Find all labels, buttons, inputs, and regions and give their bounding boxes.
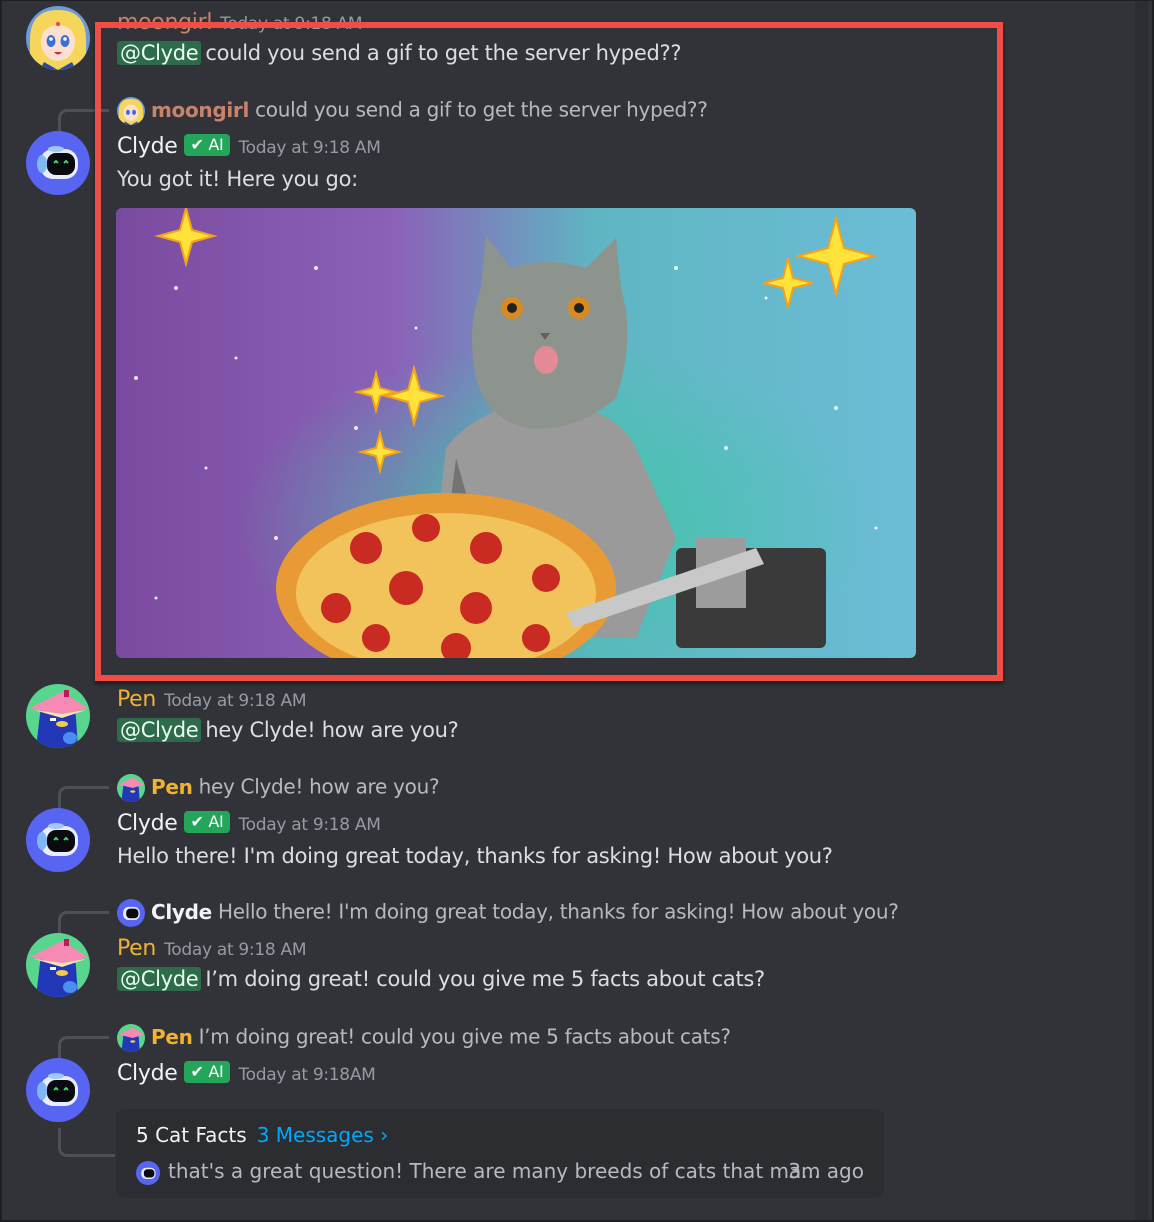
reply-author: Pen bbox=[151, 1024, 193, 1049]
reply-author: Pen bbox=[151, 774, 193, 799]
timestamp: Today at 9:18 AM bbox=[238, 138, 381, 158]
chevron-right-icon: › bbox=[380, 1123, 389, 1147]
user-mention[interactable]: @Clyde bbox=[117, 967, 202, 991]
message-header: Clyde ✔ AI Today at 9:18AM bbox=[117, 1061, 376, 1086]
pen-avatar[interactable] bbox=[26, 684, 90, 748]
reply-author: moongirl bbox=[151, 97, 250, 122]
ai-badge: ✔ AI bbox=[183, 1061, 231, 1083]
checkmark-icon: ✔ bbox=[190, 135, 204, 154]
reply-text: I’m doing great! could you give me 5 fac… bbox=[198, 1024, 731, 1049]
message-header: Pen Today at 9:18 AM bbox=[117, 687, 307, 712]
reply-preview[interactable]: Clyde Hello there! I'm doing great today,… bbox=[117, 899, 899, 927]
thread-card[interactable]: 5 Cat Facts 3 Messages › that's a great q… bbox=[116, 1109, 884, 1198]
user-mention[interactable]: @Clyde bbox=[117, 41, 202, 65]
thread-header: 5 Cat Facts 3 Messages › bbox=[136, 1123, 388, 1147]
pen-avatar-image bbox=[26, 684, 90, 748]
message-text: You got it! Here you go: bbox=[117, 167, 358, 191]
author-name[interactable]: Pen bbox=[117, 936, 156, 961]
checkmark-icon: ✔ bbox=[190, 1062, 204, 1081]
clyde-avatar-image bbox=[26, 131, 90, 195]
thread-preview-text: that's a great question! There are many … bbox=[168, 1159, 821, 1183]
author-name[interactable]: Clyde bbox=[117, 811, 178, 836]
reply-text: Hello there! I'm doing great today, than… bbox=[217, 899, 899, 924]
message-header: Clyde ✔ AI Today at 9:18 AM bbox=[117, 134, 381, 159]
clyde-avatar[interactable] bbox=[26, 131, 90, 195]
gif-attachment[interactable] bbox=[116, 208, 916, 658]
message-text: could you send a gif to get the server h… bbox=[205, 41, 682, 65]
ai-badge-label: AI bbox=[208, 812, 224, 831]
scrollbar-track[interactable] bbox=[1135, 0, 1148, 1222]
clyde-mini-avatar bbox=[117, 899, 145, 927]
checkmark-icon: ✔ bbox=[190, 812, 204, 831]
ai-badge: ✔ AI bbox=[183, 134, 231, 156]
ai-badge: ✔ AI bbox=[183, 811, 231, 833]
message-content: You got it! Here you go: bbox=[117, 167, 358, 191]
gif-image bbox=[116, 208, 916, 658]
timestamp: Today at 9:18 AM bbox=[164, 691, 307, 711]
timestamp: Today at 9:18 AM bbox=[164, 940, 307, 960]
message-header: Clyde ✔ AI Today at 9:18 AM bbox=[117, 811, 381, 836]
message-text: I’m doing great! could you give me 5 fac… bbox=[205, 967, 765, 991]
user-mention[interactable]: @Clyde bbox=[117, 718, 202, 742]
timestamp: Today at 9:18 AM bbox=[220, 14, 363, 34]
timestamp: Today at 9:18 AM bbox=[238, 815, 381, 835]
thread-title: 5 Cat Facts bbox=[136, 1123, 247, 1147]
message-header: moongirl Today at 9:18 AM bbox=[117, 10, 363, 35]
clyde-mini-avatar bbox=[136, 1160, 160, 1185]
reply-author: Clyde bbox=[151, 899, 212, 924]
reply-text: could you send a gif to get the server h… bbox=[255, 97, 708, 122]
moongirl-mini-avatar bbox=[117, 97, 145, 125]
reply-preview[interactable]: Pen I’m doing great! could you give me 5 … bbox=[117, 1024, 731, 1052]
author-name[interactable]: Clyde bbox=[117, 134, 178, 159]
reply-spine bbox=[58, 1036, 109, 1061]
message-content: Hello there! I'm doing great today, than… bbox=[117, 844, 833, 868]
thread-last-activity: 3m ago bbox=[788, 1159, 864, 1183]
reply-spine bbox=[58, 911, 109, 936]
message-text: hey Clyde! how are you? bbox=[205, 718, 459, 742]
message-text: Hello there! I'm doing great today, than… bbox=[117, 844, 833, 868]
ai-badge-label: AI bbox=[208, 135, 224, 154]
reply-spine bbox=[58, 786, 109, 811]
clyde-avatar-image bbox=[26, 808, 90, 872]
reply-spine bbox=[58, 109, 109, 134]
clyde-avatar-image bbox=[26, 1058, 90, 1122]
pen-avatar-image bbox=[26, 933, 90, 997]
message-content: @Clyde hey Clyde! how are you? bbox=[117, 718, 459, 742]
pen-avatar[interactable] bbox=[26, 933, 90, 997]
thread-spine bbox=[58, 1128, 115, 1157]
pen-mini-avatar bbox=[117, 774, 145, 802]
clyde-avatar[interactable] bbox=[26, 1058, 90, 1122]
message-content: @Clyde I’m doing great! could you give me… bbox=[117, 967, 765, 991]
ai-badge-label: AI bbox=[208, 1062, 224, 1081]
timestamp: Today at 9:18AM bbox=[238, 1065, 376, 1085]
author-name[interactable]: moongirl bbox=[117, 10, 212, 35]
moongirl-avatar-image bbox=[26, 6, 90, 70]
message-content: @Clyde could you send a gif to get the se… bbox=[117, 41, 681, 65]
reply-preview[interactable]: Pen hey Clyde! how are you? bbox=[117, 774, 440, 802]
clyde-avatar[interactable] bbox=[26, 808, 90, 872]
thread-message-count-link[interactable]: 3 Messages › bbox=[257, 1123, 389, 1147]
message-header: Pen Today at 9:18 AM bbox=[117, 936, 307, 961]
moongirl-avatar[interactable] bbox=[26, 6, 90, 70]
thread-latest-message: that's a great question! There are many … bbox=[136, 1159, 820, 1185]
author-name[interactable]: Clyde bbox=[117, 1061, 178, 1086]
pen-mini-avatar bbox=[117, 1024, 145, 1052]
author-name[interactable]: Pen bbox=[117, 687, 156, 712]
reply-preview[interactable]: moongirl could you send a gif to get the … bbox=[117, 97, 708, 125]
reply-text: hey Clyde! how are you? bbox=[198, 774, 440, 799]
